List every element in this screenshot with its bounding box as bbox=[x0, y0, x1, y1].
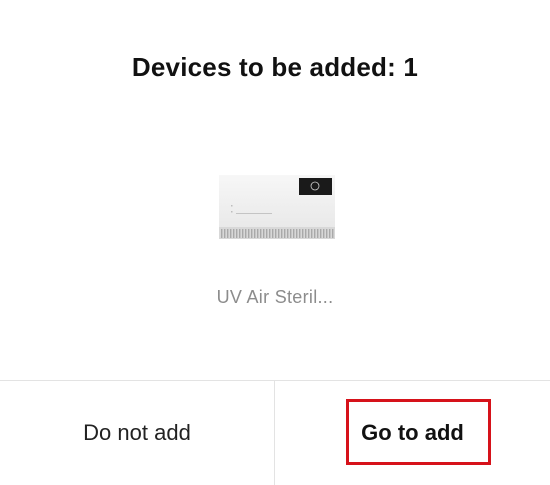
dialog-footer: Do not add Go to add bbox=[0, 380, 550, 485]
go-to-add-button[interactable]: Go to add bbox=[275, 381, 550, 485]
add-device-dialog: Devices to be added: 1 UV Air Steril... … bbox=[0, 0, 550, 485]
dialog-title: Devices to be added: 1 bbox=[131, 52, 419, 82]
do-not-add-button[interactable]: Do not add bbox=[0, 381, 274, 485]
air-sterilizer-device-icon bbox=[219, 175, 335, 239]
device-name-label: UV Air Steril... bbox=[216, 287, 334, 307]
